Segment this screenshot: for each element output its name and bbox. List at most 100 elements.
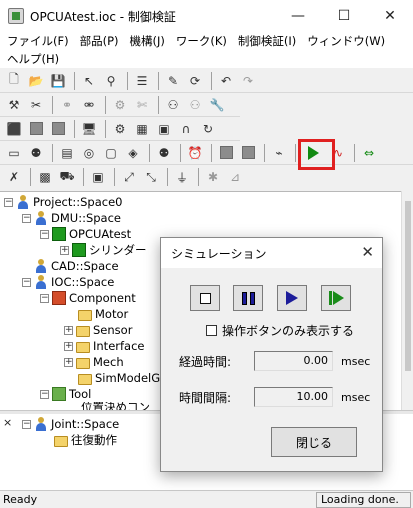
joint-cut-icon[interactable]: ✄ bbox=[132, 95, 152, 115]
wrench-gray-icon[interactable]: 🔧 bbox=[207, 95, 227, 115]
part-delete-icon[interactable]: ✂ bbox=[26, 95, 46, 115]
joint-icon[interactable]: ⚙ bbox=[110, 95, 130, 115]
robot-icon[interactable]: ⚉ bbox=[154, 143, 174, 163]
collapse-icon[interactable]: − bbox=[40, 293, 49, 303]
play-button[interactable] bbox=[277, 285, 307, 311]
disabled-square-icon[interactable] bbox=[238, 143, 258, 163]
magnet-icon[interactable]: ∩ bbox=[176, 119, 196, 139]
tree-node-cad[interactable]: CAD::Space bbox=[34, 258, 119, 274]
tree-node-tool[interactable]: − Tool bbox=[40, 386, 91, 402]
menu-parts[interactable]: 部品(P) bbox=[77, 33, 122, 49]
disabled-square-icon[interactable] bbox=[26, 119, 46, 139]
alarm-icon[interactable]: ⏰ bbox=[185, 143, 205, 163]
scrollbar-thumb[interactable] bbox=[405, 201, 411, 371]
window-icon[interactable]: ▣ bbox=[88, 167, 108, 187]
disabled-square-icon[interactable] bbox=[216, 143, 236, 163]
open-folder-icon[interactable]: 📂 bbox=[26, 71, 46, 91]
controls-only-checkbox[interactable] bbox=[206, 325, 217, 336]
usb-icon[interactable]: ⏚ bbox=[172, 167, 192, 187]
cross-tool-icon[interactable]: ✗ bbox=[4, 167, 24, 187]
tree-node-sensor[interactable]: + Sensor bbox=[64, 322, 132, 338]
tree-node-simmodel[interactable]: SimModelGro bbox=[78, 370, 172, 386]
tree-node-component[interactable]: − Component bbox=[40, 290, 136, 306]
measure-icon[interactable]: ⊿ bbox=[225, 167, 245, 187]
tree-struct-icon[interactable]: ⛟ bbox=[57, 167, 77, 187]
axis-arrow-icon[interactable]: ⤡ bbox=[141, 167, 161, 187]
collapse-icon[interactable]: − bbox=[4, 197, 13, 207]
blocks-icon[interactable]: ▦ bbox=[132, 119, 152, 139]
collapse-icon[interactable]: − bbox=[22, 277, 31, 287]
tree-node-ioc[interactable]: − IOC::Space bbox=[22, 274, 114, 290]
loop-icon[interactable]: ↻ bbox=[198, 119, 218, 139]
run-figure-icon[interactable]: ⚉ bbox=[26, 143, 46, 163]
refresh-icon[interactable]: ⟳ bbox=[185, 71, 205, 91]
part-tool-icon[interactable]: ⚒ bbox=[4, 95, 24, 115]
box-icon[interactable]: ▢ bbox=[101, 143, 121, 163]
tree-node-motor[interactable]: Motor bbox=[78, 306, 128, 322]
person-tool-icon[interactable]: ⚇ bbox=[163, 95, 183, 115]
dialog-close-icon[interactable]: ✕ bbox=[361, 243, 374, 261]
target-icon[interactable]: ◎ bbox=[79, 143, 99, 163]
close-pane-icon[interactable]: × bbox=[3, 416, 12, 429]
axis-icon[interactable]: ⤢ bbox=[119, 167, 139, 187]
screen-icon[interactable]: ▭ bbox=[4, 143, 24, 163]
tree-node-dmu[interactable]: − DMU::Space bbox=[22, 210, 121, 226]
link-icon[interactable]: ⚭ bbox=[57, 95, 77, 115]
maximize-button[interactable]: ☐ bbox=[321, 0, 367, 32]
tree-node-interface[interactable]: + Interface bbox=[64, 338, 145, 354]
menu-file[interactable]: ファイル(F) bbox=[4, 33, 72, 49]
pause-button[interactable] bbox=[233, 285, 263, 311]
tree-scrollbar[interactable] bbox=[401, 191, 413, 411]
stop-button[interactable] bbox=[190, 285, 220, 311]
collapse-icon[interactable]: − bbox=[40, 229, 49, 239]
binoculars-icon[interactable]: ⚲ bbox=[101, 71, 121, 91]
paint-icon[interactable]: ◈ bbox=[123, 143, 143, 163]
disabled-square-icon[interactable] bbox=[48, 119, 68, 139]
collapse-icon[interactable]: − bbox=[22, 213, 31, 223]
new-file-icon[interactable]: 🗋 bbox=[4, 71, 24, 91]
menu-mechanism[interactable]: 機構(J) bbox=[127, 33, 168, 49]
redo-icon[interactable]: ↷ bbox=[238, 71, 258, 91]
expand-icon[interactable]: + bbox=[64, 341, 73, 351]
monitor-icon[interactable]: 🖥 bbox=[79, 119, 99, 139]
expand-icon[interactable]: + bbox=[64, 357, 73, 367]
undo-icon[interactable]: ↶ bbox=[216, 71, 236, 91]
person-gray-icon[interactable]: ⚇ bbox=[185, 95, 205, 115]
tree-node-mech[interactable]: + Mech bbox=[64, 354, 124, 370]
close-button[interactable]: 閉じる bbox=[271, 427, 357, 457]
matrix-icon[interactable]: ▩ bbox=[35, 167, 55, 187]
tree-view-icon[interactable]: ☰ bbox=[132, 71, 152, 91]
minimize-button[interactable]: — bbox=[275, 0, 321, 32]
tree-node-cylinder[interactable]: + シリンダー bbox=[60, 242, 147, 258]
toolbar-row-3: ⬛ 🖥 ⚙ ▦ ▣ ∩ ↻ bbox=[0, 117, 240, 141]
menu-work[interactable]: ワーク(K) bbox=[173, 33, 230, 49]
edit-icon[interactable]: ✎ bbox=[163, 71, 183, 91]
menu-control-verification[interactable]: 制御検証(I) bbox=[235, 33, 299, 49]
collapse-icon[interactable]: − bbox=[40, 389, 49, 399]
gear-multi-icon[interactable]: ⚙ bbox=[110, 119, 130, 139]
chart-icon[interactable]: ⌁ bbox=[269, 143, 289, 163]
tree-label: Mech bbox=[93, 355, 124, 369]
expand-icon[interactable]: + bbox=[64, 325, 73, 335]
collapse-icon[interactable]: − bbox=[22, 419, 31, 429]
io-icon[interactable]: ⇔ bbox=[359, 143, 379, 163]
menu-help[interactable]: ヘルプ(H) bbox=[4, 51, 62, 67]
tree-node-reciprocating[interactable]: 往復動作 bbox=[54, 432, 117, 448]
close-window-button[interactable]: ✕ bbox=[367, 0, 413, 32]
help-pointer-icon[interactable]: ↖ bbox=[79, 71, 99, 91]
unlink-icon[interactable]: ⚮ bbox=[79, 95, 99, 115]
collision-icon[interactable]: ✱ bbox=[203, 167, 223, 187]
tree-node-project[interactable]: − Project::Space0 bbox=[4, 194, 122, 210]
schedule-icon[interactable]: ▤ bbox=[57, 143, 77, 163]
controls-only-option[interactable]: 操作ボタンのみ表示する bbox=[206, 322, 354, 339]
dialog-title: シミュレーション bbox=[171, 246, 267, 261]
tree-node-joint[interactable]: − Joint::Space bbox=[22, 416, 119, 432]
save-icon[interactable]: 💾 bbox=[48, 71, 68, 91]
time-interval-input[interactable]: 10.00 bbox=[254, 387, 333, 407]
step-forward-button[interactable] bbox=[321, 285, 351, 311]
cube-icon[interactable]: ▣ bbox=[154, 119, 174, 139]
component-icon[interactable]: ⬛ bbox=[4, 119, 24, 139]
menu-window[interactable]: ウィンドウ(W) bbox=[304, 33, 388, 49]
expand-icon[interactable]: + bbox=[60, 245, 69, 255]
tree-node-opcuatest[interactable]: − OPCUAtest bbox=[40, 226, 131, 242]
